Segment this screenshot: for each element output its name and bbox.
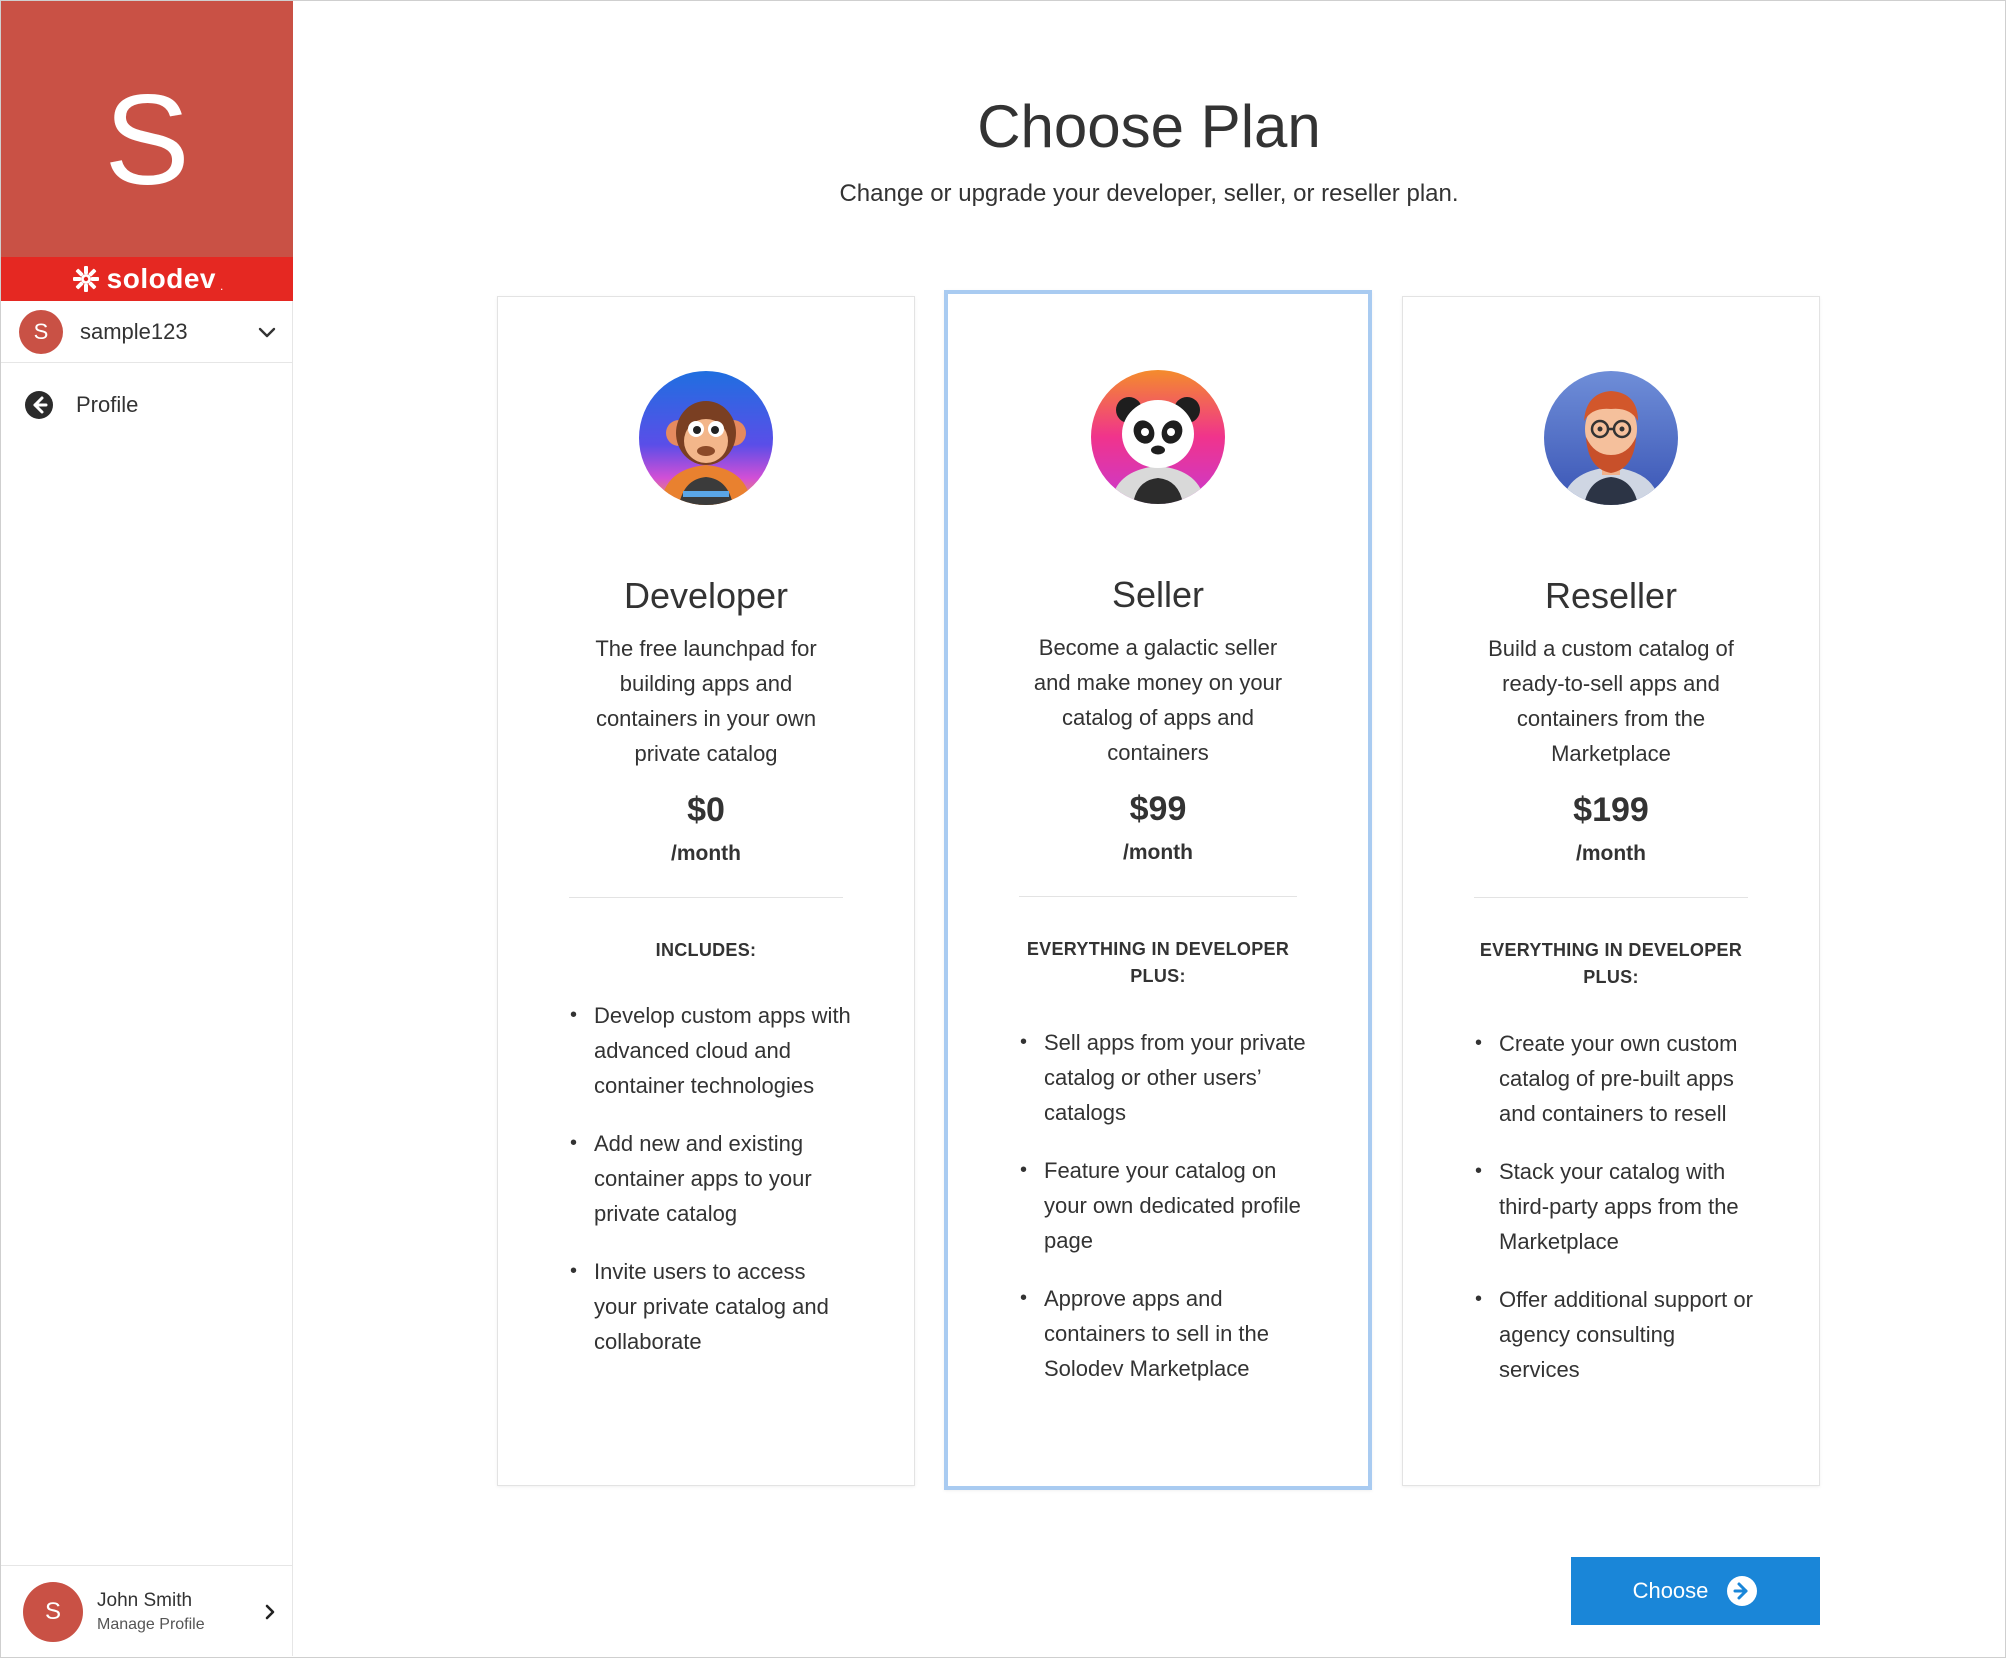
plan-feature: Invite users to access your private cata… (570, 1254, 854, 1359)
bearded-man-astronaut-icon (1544, 371, 1678, 505)
choose-button[interactable]: Choose (1571, 1557, 1820, 1625)
plan-feature: Stack your catalog with third-party apps… (1475, 1154, 1759, 1259)
plan-feature: Approve apps and containers to sell in t… (1020, 1281, 1308, 1386)
plan-includes-heading: EVERYTHING IN DEVELOPER PLUS: (1479, 940, 1743, 987)
plan-feature: Develop custom apps with advanced cloud … (570, 998, 854, 1103)
page-subtitle: Change or upgrade your developer, seller… (839, 180, 1459, 207)
sidebar: S solodev. S sample123 Profile S John Sm… (1, 1, 293, 1656)
manage-profile-link: Manage Profile (97, 1615, 205, 1633)
plan-name: Developer (623, 575, 789, 616)
plan-feature: Offer additional support or agency consu… (1475, 1282, 1759, 1387)
plan-price: $0 (687, 791, 725, 829)
page-title: Choose Plan (977, 93, 1321, 160)
brand-dot: . (219, 279, 224, 293)
plan-description: The free launchpad for building apps and… (595, 636, 817, 766)
plan-feature: Create your own custom catalog of pre-bu… (1475, 1026, 1759, 1131)
monkey-astronaut-icon (639, 371, 773, 505)
chevron-down-icon (258, 327, 276, 337)
plan-period: /month (1123, 841, 1193, 864)
plan-includes-heading: INCLUDES: (655, 940, 757, 960)
plan-price: $199 (1573, 791, 1649, 829)
panda-astronaut-icon (1091, 370, 1225, 504)
chevron-right-icon (265, 1604, 275, 1619)
arrow-right-circle-icon (1727, 1576, 1758, 1606)
plan-name: Reseller (1544, 575, 1678, 616)
choose-button-label: Choose (1632, 1578, 1709, 1603)
plan-feature: Add new and existing container apps to y… (570, 1126, 854, 1231)
plan-description: Build a custom catalog of ready-to-sell … (1488, 636, 1734, 766)
brand-name: solodev (106, 263, 216, 294)
user-avatar: S (23, 1581, 83, 1642)
plan-feature-list: Sell apps from your private catalog or o… (1020, 1025, 1308, 1409)
plan-feature-list: Develop custom apps with advanced cloud … (570, 998, 854, 1382)
account-name: sample123 (80, 318, 188, 344)
plan-card-seller[interactable]: Seller Become a galactic seller and make… (944, 290, 1372, 1490)
solodev-logo: solodev. (1, 257, 293, 301)
sidebar-item-profile[interactable]: Profile (1, 383, 293, 427)
user-name: John Smith (97, 1589, 193, 1611)
plan-period: /month (671, 842, 741, 865)
brand-block: S (1, 1, 293, 257)
divider (569, 897, 843, 898)
plan-card-reseller[interactable]: Reseller Build a custom catalog of ready… (1402, 296, 1820, 1486)
plan-feature-list: Create your own custom catalog of pre-bu… (1475, 1026, 1759, 1410)
sidebar-item-label: Profile (76, 392, 139, 417)
plan-card-developer[interactable]: Developer The free launchpad for buildin… (497, 296, 915, 1486)
divider (1474, 897, 1748, 898)
arrow-left-circle-icon (25, 391, 53, 419)
plan-includes-heading: EVERYTHING IN DEVELOPER PLUS: (1026, 939, 1290, 986)
plan-name: Seller (1111, 574, 1205, 615)
divider (1019, 896, 1297, 897)
plan-feature: Sell apps from your private catalog or o… (1020, 1025, 1308, 1130)
plan-description: Become a galactic seller and make money … (1033, 635, 1283, 765)
plan-feature: Feature your catalog on your own dedicat… (1020, 1153, 1308, 1258)
account-switcher[interactable]: S sample123 (1, 301, 293, 363)
account-avatar: S (19, 309, 63, 354)
user-profile-footer[interactable]: S John Smith Manage Profile (1, 1565, 293, 1657)
plan-price: $99 (1129, 790, 1187, 828)
solodev-gear-icon (72, 266, 99, 292)
plan-period: /month (1576, 842, 1646, 865)
brand-letter: S (104, 69, 190, 212)
